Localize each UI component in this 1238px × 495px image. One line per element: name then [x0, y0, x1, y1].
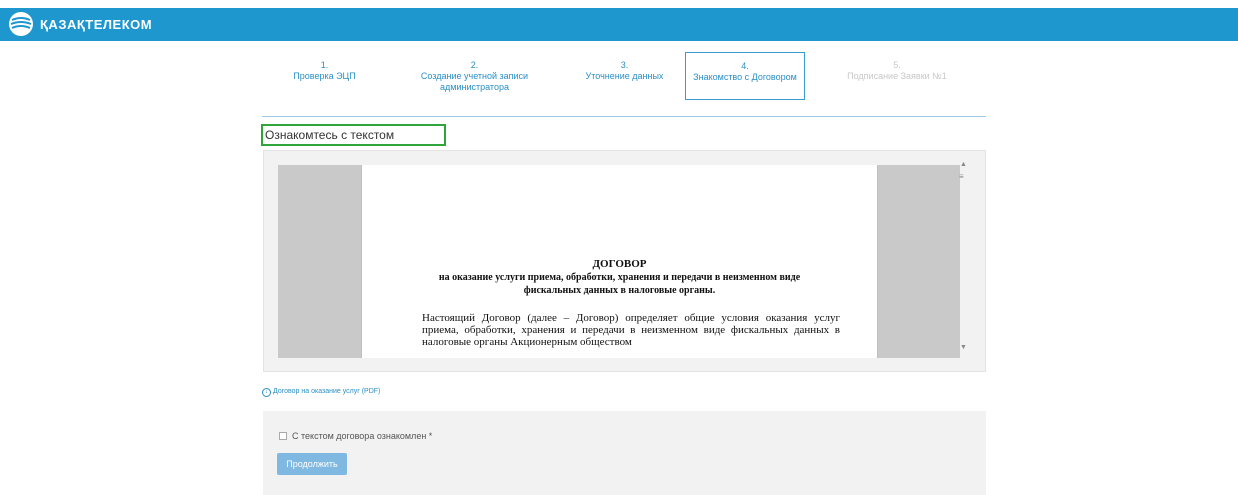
step-2[interactable]: 2. Создание учетной записи администратор…: [407, 52, 542, 100]
step-3-number: 3.: [620, 60, 629, 70]
pdf-download-link[interactable]: ↓ Договор на оказание услуг (PDF): [262, 388, 380, 397]
document-viewport[interactable]: ДОГОВОР на оказание услуги приема, обраб…: [278, 165, 960, 358]
step-2-number: 2.: [470, 60, 479, 70]
document-viewer[interactable]: ДОГОВОР на оказание услуги приема, обраб…: [263, 150, 986, 372]
step-5: 5. Подписание Заявки №1: [827, 52, 967, 100]
document-title: ДОГОВОР: [592, 258, 647, 270]
step-2-label: Создание учетной записи администратора: [420, 71, 529, 92]
step-5-label: Подписание Заявки №1: [847, 71, 947, 81]
pdf-link-label: Договор на оказание услуг (PDF): [273, 388, 381, 395]
step-4-label: Знакомство с Договором: [693, 72, 797, 82]
step-1-label: Проверка ЭЦП: [293, 71, 356, 81]
document-page: ДОГОВОР на оказание услуги приема, обраб…: [362, 165, 877, 358]
agree-checkbox[interactable]: [279, 432, 287, 440]
step-3[interactable]: 3. Уточнение данных: [562, 52, 687, 100]
steps-divider: [262, 116, 986, 117]
section-title: Ознакомтесь с текстом договора: [261, 124, 446, 160]
step-5-number: 5.: [893, 60, 901, 70]
scrollbar-thumb-icon[interactable]: ≡: [959, 172, 968, 182]
top-header: ҚАЗАҚТЕЛЕКОМ: [0, 8, 1238, 41]
wizard-steps: 1. Проверка ЭЦП 2. Создание учетной запи…: [262, 52, 986, 104]
step-1[interactable]: 1. Проверка ЭЦП: [262, 52, 387, 100]
step-1-number: 1.: [320, 60, 329, 70]
document-body: Настоящий Договор (далее – Договор) опре…: [422, 312, 840, 348]
step-3-label: Уточнение данных: [585, 71, 664, 81]
scroll-up-icon[interactable]: ▲: [960, 161, 967, 168]
step-4-number: 4.: [741, 61, 749, 71]
brand-name[interactable]: ҚАЗАҚТЕЛЕКОМ: [40, 17, 152, 32]
document-subtitle: на оказание услуги приема, обработки, хр…: [438, 272, 801, 296]
download-icon: ↓: [262, 388, 271, 397]
scroll-down-icon[interactable]: ▼: [960, 344, 967, 351]
agree-checkbox-label[interactable]: С текстом договора ознакомлен *: [292, 431, 432, 441]
kazakhtelecom-logo-icon[interactable]: [8, 11, 34, 37]
continue-button[interactable]: Продолжить: [277, 453, 347, 475]
agreement-panel: С текстом договора ознакомлен * Продолжи…: [263, 411, 986, 495]
step-4-active[interactable]: 4. Знакомство с Договором: [685, 52, 805, 100]
